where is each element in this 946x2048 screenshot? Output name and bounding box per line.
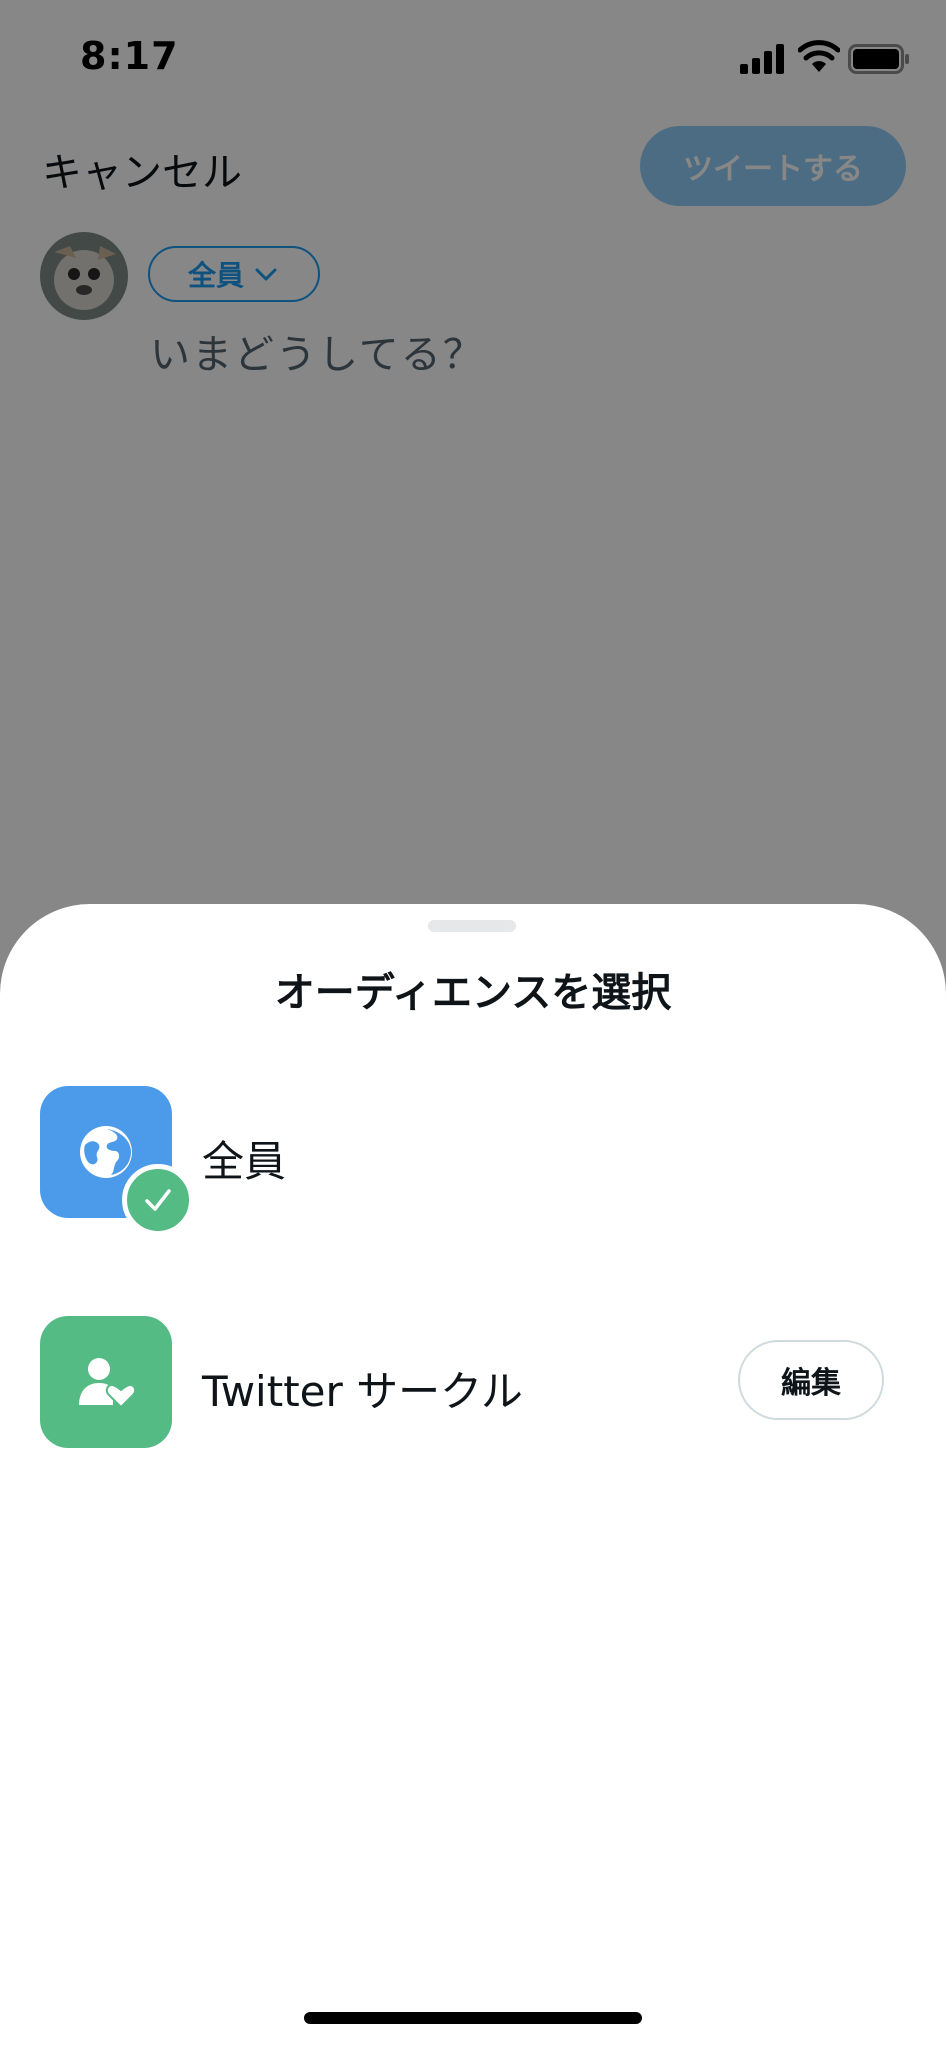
selected-check-badge bbox=[122, 1164, 194, 1236]
circle-icon-tile bbox=[40, 1316, 172, 1448]
audience-option-everyone[interactable]: 全員 bbox=[0, 1080, 946, 1236]
check-icon bbox=[145, 1189, 171, 1211]
option-label-twitter-circle: Twitter サークル bbox=[202, 1367, 523, 1416]
home-indicator[interactable] bbox=[304, 2012, 642, 2024]
sheet-title: オーディエンスを選択 bbox=[274, 970, 672, 1016]
option-label-everyone: 全員 bbox=[202, 1137, 287, 1186]
audience-sheet: オーディエンスを選択 全員 Twitter サークル 編集 bbox=[0, 904, 946, 2048]
audience-option-twitter-circle[interactable]: Twitter サークル 編集 bbox=[0, 1310, 946, 1450]
globe-icon bbox=[80, 1126, 132, 1178]
person-heart-icon bbox=[79, 1358, 135, 1409]
edit-circle-button[interactable]: 編集 bbox=[738, 1340, 884, 1420]
sheet-grabber[interactable] bbox=[428, 920, 516, 932]
